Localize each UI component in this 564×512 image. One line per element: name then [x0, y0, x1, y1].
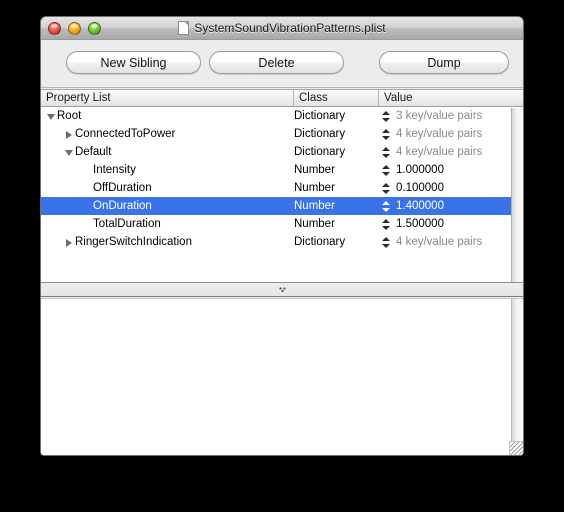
row-property-cell: Root: [41, 110, 294, 122]
disclosure-triangle-closed-icon[interactable]: [63, 128, 75, 140]
row-value-cell[interactable]: 0.100000: [379, 182, 523, 195]
row-class-cell[interactable]: Number: [294, 200, 379, 212]
outline-column-header: Property List Class Value: [41, 90, 523, 107]
disclosure-triangle-open-icon[interactable]: [45, 110, 57, 122]
table-row[interactable]: OnDuration Number 1.400000: [41, 197, 523, 215]
row-class-cell[interactable]: Dictionary: [294, 110, 379, 122]
row-value-label: 1.500000: [396, 218, 444, 230]
row-class-cell[interactable]: Dictionary: [294, 128, 379, 140]
stepper-icon[interactable]: [382, 218, 390, 231]
close-button[interactable]: [48, 21, 61, 35]
row-property-label: ConnectedToPower: [75, 128, 176, 140]
delete-button[interactable]: Delete: [209, 51, 344, 74]
row-property-label: RingerSwitchIndication: [75, 236, 192, 248]
row-property-cell: Default: [41, 146, 294, 158]
table-row[interactable]: OffDuration Number 0.100000: [41, 179, 523, 197]
table-row[interactable]: Default Dictionary 4 key/value pairs: [41, 143, 523, 161]
pane-splitter[interactable]: [41, 283, 523, 297]
stepper-icon[interactable]: [382, 200, 390, 213]
row-value-label: 1.000000: [396, 164, 444, 176]
window-title-group: SystemSoundVibrationPatterns.plist: [41, 17, 523, 39]
row-class-label: Number: [294, 164, 335, 176]
row-value-label: 3 key/value pairs: [396, 110, 483, 122]
row-class-label: Dictionary: [294, 146, 346, 158]
row-value-label: 0.100000: [396, 182, 444, 194]
row-property-label: TotalDuration: [93, 218, 161, 230]
dump-button[interactable]: Dump: [379, 51, 509, 74]
row-value-cell[interactable]: 1.400000: [379, 200, 523, 213]
outline-rows: Root Dictionary 3 key/value pairs Connected…: [41, 107, 523, 251]
stepper-icon[interactable]: [382, 236, 390, 249]
row-property-cell: Intensity: [41, 164, 294, 176]
toolbar: New Sibling Delete Dump: [41, 40, 523, 88]
stepper-icon[interactable]: [382, 110, 390, 123]
window-resize-grip[interactable]: [509, 441, 523, 455]
row-class-label: Dictionary: [294, 236, 346, 248]
row-property-label: Root: [57, 110, 82, 122]
row-property-cell: RingerSwitchIndication: [41, 236, 294, 248]
row-class-cell[interactable]: Number: [294, 182, 379, 194]
plist-editor-window: SystemSoundVibrationPatterns.plist New S…: [40, 16, 524, 456]
document-icon: [178, 21, 190, 35]
row-class-label: Number: [294, 218, 335, 230]
row-property-label: Default: [75, 146, 112, 158]
minimize-button[interactable]: [68, 21, 81, 35]
row-class-label: Dictionary: [294, 110, 346, 122]
table-row[interactable]: Intensity Number 1.000000: [41, 161, 523, 179]
window-controls: [48, 21, 101, 35]
row-class-cell[interactable]: Dictionary: [294, 236, 379, 248]
row-value-cell[interactable]: 1.500000: [379, 218, 523, 231]
grip-dots-icon: [278, 287, 286, 292]
row-value-label: 4 key/value pairs: [396, 128, 483, 140]
disclosure-triangle-open-icon[interactable]: [63, 146, 75, 158]
stepper-icon[interactable]: [382, 146, 390, 159]
window-titlebar[interactable]: SystemSoundVibrationPatterns.plist: [41, 17, 523, 40]
table-row[interactable]: ConnectedToPower Dictionary 4 key/value pa…: [41, 125, 523, 143]
table-row[interactable]: RingerSwitchIndication Dictionary 4 key/va…: [41, 233, 523, 251]
window-title: SystemSoundVibrationPatterns.plist: [194, 21, 386, 35]
row-class-label: Number: [294, 200, 335, 212]
new-sibling-button[interactable]: New Sibling: [66, 51, 201, 74]
detail-pane[interactable]: [41, 298, 523, 455]
row-value-cell[interactable]: 4 key/value pairs: [379, 236, 523, 249]
row-class-label: Dictionary: [294, 128, 346, 140]
stepper-icon[interactable]: [382, 128, 390, 141]
column-header-class[interactable]: Class: [294, 90, 379, 106]
row-class-cell[interactable]: Number: [294, 164, 379, 176]
row-class-cell[interactable]: Number: [294, 218, 379, 230]
table-row[interactable]: TotalDuration Number 1.500000: [41, 215, 523, 233]
detail-pane-scrollbar[interactable]: [511, 299, 523, 455]
row-class-cell[interactable]: Dictionary: [294, 146, 379, 158]
column-header-property[interactable]: Property List: [41, 90, 294, 106]
row-class-label: Number: [294, 182, 335, 194]
zoom-button[interactable]: [88, 21, 101, 35]
row-property-cell: OffDuration: [41, 182, 294, 194]
row-value-label: 1.400000: [396, 200, 444, 212]
row-property-cell: TotalDuration: [41, 218, 294, 230]
row-value-cell[interactable]: 3 key/value pairs: [379, 110, 523, 123]
disclosure-triangle-closed-icon[interactable]: [63, 236, 75, 248]
row-value-label: 4 key/value pairs: [396, 236, 483, 248]
table-row[interactable]: Root Dictionary 3 key/value pairs: [41, 107, 523, 125]
stepper-icon[interactable]: [382, 164, 390, 177]
property-list-outline: Property List Class Value Root Dictionary…: [41, 89, 523, 283]
stepper-icon[interactable]: [382, 182, 390, 195]
row-property-label: Intensity: [93, 164, 136, 176]
row-property-cell: ConnectedToPower: [41, 128, 294, 140]
outline-vertical-scrollbar[interactable]: [511, 108, 523, 282]
row-value-cell[interactable]: 4 key/value pairs: [379, 128, 523, 141]
row-property-label: OffDuration: [93, 182, 152, 194]
row-value-label: 4 key/value pairs: [396, 146, 483, 158]
row-value-cell[interactable]: 4 key/value pairs: [379, 146, 523, 159]
column-header-value[interactable]: Value: [379, 90, 523, 106]
row-property-label: OnDuration: [93, 200, 152, 212]
row-property-cell: OnDuration: [41, 200, 294, 212]
row-value-cell[interactable]: 1.000000: [379, 164, 523, 177]
